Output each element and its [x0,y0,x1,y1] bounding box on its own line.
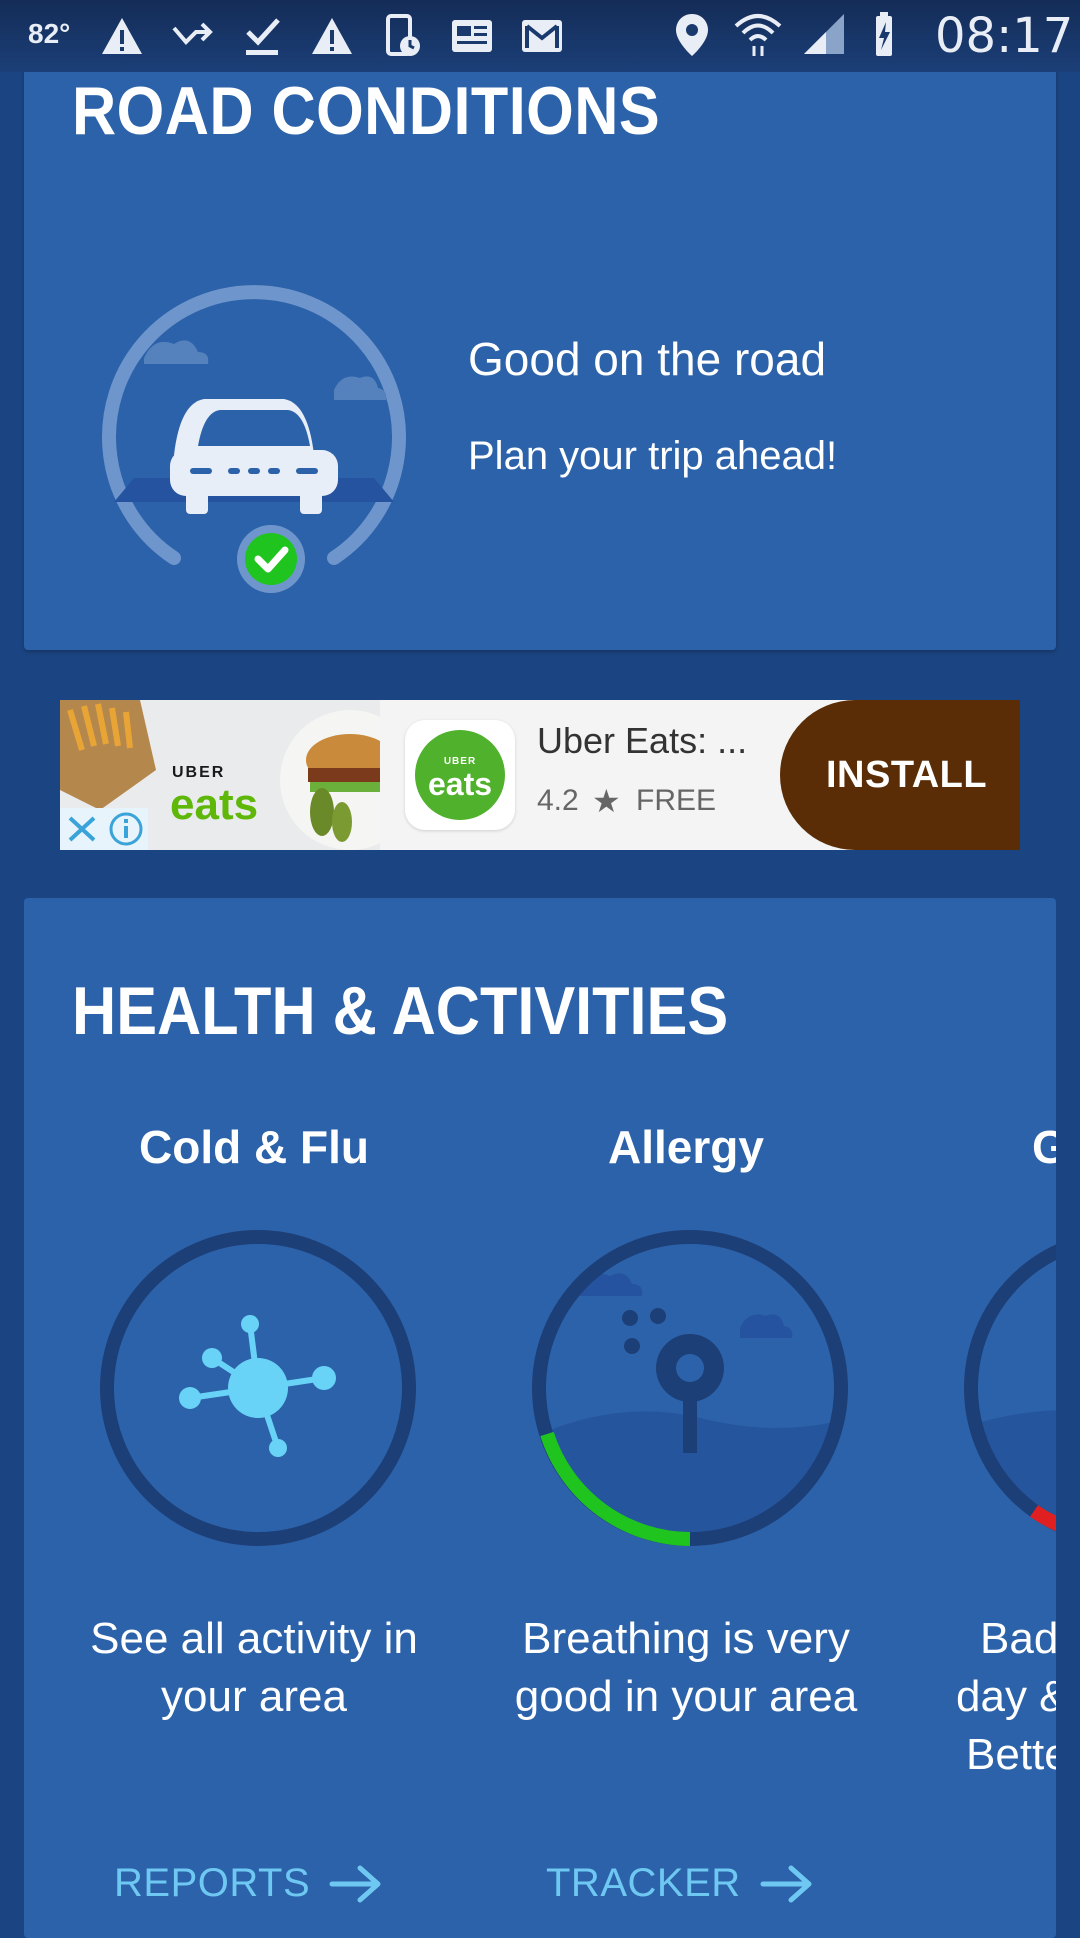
third-activity-gauge [962,1228,1056,1548]
status-bar: 82° 08:17 [0,0,1080,72]
cold-flu-gauge [98,1228,418,1548]
tracker-link-label: TRACKER [546,1861,741,1905]
cell-signal-icon [800,8,848,60]
install-button[interactable]: INSTALL [780,700,1020,850]
ad-info-icon[interactable] [104,808,148,850]
ad-banner[interactable]: UBER eats UBER eats Uber Eats: ... 4.2 ★… [60,700,1020,850]
third-activity-description: Bad w day & Bette w [956,1614,1056,1779]
road-gauge [94,240,414,600]
temperature-text: 82° [28,18,71,49]
news-icon [448,10,496,62]
road-status-text: Good on the road [468,333,827,385]
ad-app-icon-big-text: eats [427,766,493,802]
clock-text: 08:17 [935,8,1074,64]
reports-link[interactable]: REPORTS [114,1861,384,1906]
allergy-gauge [530,1228,850,1548]
star-icon: ★ [592,783,621,819]
road-conditions-title: ROAD CONDITIONS [72,73,661,149]
ad-app-icon[interactable]: UBER eats [405,720,515,830]
ad-app-name[interactable]: Uber Eats: ... [537,720,747,762]
battery-charging-icon [866,8,914,60]
road-conditions-card[interactable]: ROAD CONDITIONS Good on the road Plan yo… [24,40,1056,650]
allergy-tile[interactable]: Allergy Breathing is very good in your a… [476,898,896,1938]
wifi-icon [734,8,782,60]
cold-flu-label: Cold & Flu [139,1121,369,1173]
ad-brand-logo-text: eats [170,780,259,829]
ad-price: FREE [636,784,717,817]
gmail-icon [518,10,566,62]
cold-flu-description: See all activity in your area [90,1614,418,1721]
cold-flu-tile[interactable]: Cold & Flu See all activity in your area… [44,898,464,1938]
phone-alarm-icon [378,10,426,62]
system-icons [668,8,914,60]
third-activity-tile[interactable]: G Bad w day & Bette w [908,898,1056,1938]
location-icon [668,8,716,60]
arrow-right-icon [760,1865,812,1902]
virus-icon [179,1315,336,1457]
warning-icon [98,10,146,62]
allergy-description: Breathing is very good in your area [514,1614,858,1721]
health-activities-card: HEALTH & ACTIVITIES Cold & Flu See all a… [24,898,1056,1938]
allergy-label: Allergy [608,1121,764,1173]
third-activity-label: G [1032,1121,1056,1173]
ad-close-icon[interactable] [60,808,104,850]
road-subtitle-text: Plan your trip ahead! [468,434,838,478]
tracker-link[interactable]: TRACKER [546,1861,815,1906]
ad-rating: 4.2 [537,784,579,817]
notification-icons [98,10,566,62]
download-done-icon [238,10,286,62]
arrow-right-icon [329,1865,381,1902]
warning-icon [308,10,356,62]
reports-link-label: REPORTS [114,1861,311,1905]
missed-call-icon [168,10,216,62]
